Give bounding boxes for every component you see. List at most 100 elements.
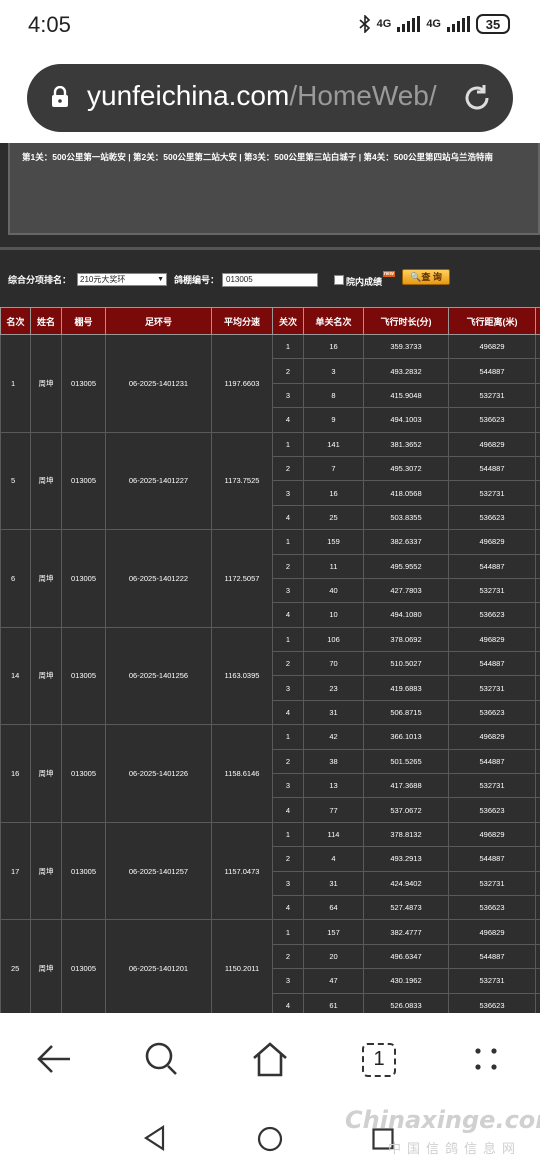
query-button[interactable]: 🔍查 询	[402, 269, 450, 285]
cell-stage: 1	[272, 529, 304, 555]
internal-checkbox[interactable]	[334, 275, 344, 285]
cell-name: 周坤	[30, 724, 62, 823]
system-home-icon[interactable]	[257, 1126, 283, 1152]
rank-type-select[interactable]: 210元大奖环 ▼	[77, 273, 167, 286]
results-table: 名次 姓名 棚号 足环号 平均分速 关次 单关名次 飞行时长(分) 飞行距离(米…	[0, 307, 540, 1013]
cell-flight-time: 495.3072	[363, 455, 449, 482]
cell-stage: 1	[272, 431, 304, 457]
cell-rank: 6	[0, 529, 31, 628]
cell-distance: 496829	[448, 431, 536, 457]
cell-rank: 25	[0, 919, 31, 1013]
cell-extra	[535, 333, 540, 360]
url-text[interactable]: yunfeichina.com/HomeWeb/	[87, 80, 461, 112]
cell-stage-rank: 20	[303, 943, 364, 970]
cell-loft: 013005	[61, 626, 106, 726]
tabs-button[interactable]: 1	[362, 1043, 396, 1077]
cell-extra	[535, 724, 540, 750]
cell-stage: 3	[272, 577, 304, 604]
cell-extra	[535, 968, 540, 994]
cell-extra	[535, 846, 540, 872]
cell-ring: 06-2025-1401231	[105, 334, 212, 433]
cell-distance: 536623	[448, 602, 536, 628]
cell-stage-rank: 10	[303, 602, 364, 628]
cell-stage-rank: 61	[303, 992, 364, 1013]
cell-stage-rank: 31	[303, 699, 364, 726]
cell-stage-rank: 31	[303, 870, 364, 896]
table-header: 名次 姓名 棚号 足环号 平均分速 关次 单关名次 飞行时长(分) 飞行距离(米…	[0, 307, 540, 335]
cell-distance: 532731	[448, 382, 536, 409]
cell-stage: 4	[272, 602, 304, 628]
watermark-logo: Chinaxinge.com	[345, 1106, 540, 1134]
cell-distance: 496829	[448, 529, 536, 555]
cell-stage: 4	[272, 797, 304, 823]
table-row: 1 周坤 013005 06-2025-1401231 1197.6603 1 16 359.…	[0, 333, 540, 433]
status-time: 4:05	[28, 12, 71, 37]
table-row: 5 周坤 013005 06-2025-1401227 1173.7525 1 141 381…	[0, 431, 540, 531]
cell-distance: 532731	[448, 675, 536, 701]
cell-extra	[535, 797, 540, 823]
cell-stage-rank: 11	[303, 553, 364, 579]
search-icon: 🔍	[410, 272, 422, 282]
cell-ring: 06-2025-1401256	[105, 626, 212, 726]
cell-avg-speed: 1163.0395	[211, 626, 273, 726]
cell-rank: 14	[0, 626, 31, 726]
header-distance: 飞行距离(米)	[448, 307, 536, 335]
cell-stage: 1	[272, 724, 304, 750]
url-path: /HomeWeb/	[289, 80, 437, 111]
cell-stage: 3	[272, 480, 304, 506]
url-domain: yunfeichina.com	[87, 80, 290, 111]
cell-avg-speed: 1173.7525	[211, 431, 273, 531]
cell-loft: 013005	[61, 529, 106, 628]
cell-distance: 536623	[448, 407, 536, 433]
cell-flight-time: 381.3652	[363, 431, 449, 457]
web-content: 第1关：500公里第一站乾安 | 第2关：500公里第二站大安 | 第3关：50…	[0, 143, 540, 1013]
more-icon[interactable]	[466, 1039, 506, 1079]
cell-stage-rank: 114	[303, 821, 364, 848]
cell-name: 周坤	[30, 431, 62, 531]
cell-extra	[535, 821, 540, 848]
cell-extra	[535, 992, 540, 1013]
cell-flight-time: 359.3733	[363, 333, 449, 360]
home-icon[interactable]	[250, 1039, 290, 1079]
cell-distance: 532731	[448, 577, 536, 604]
table-row: 14 周坤 013005 06-2025-1401256 1163.0395 1 106 37…	[0, 626, 540, 726]
cell-name: 周坤	[30, 529, 62, 628]
cell-stage-rank: 9	[303, 407, 364, 433]
cell-name: 周坤	[30, 334, 62, 433]
cell-distance: 536623	[448, 894, 536, 921]
back-icon[interactable]	[34, 1039, 74, 1079]
cell-distance: 496829	[448, 821, 536, 848]
cell-distance: 544887	[448, 358, 536, 384]
cell-name: 周坤	[30, 919, 62, 1013]
address-bar[interactable]: yunfeichina.com/HomeWeb/	[27, 64, 513, 132]
cell-loft: 013005	[61, 919, 106, 1013]
cell-extra	[535, 529, 540, 555]
stage-notice: 第1关：500公里第一站乾安 | 第2关：500公里第二站大安 | 第3关：50…	[22, 152, 493, 162]
cell-flight-time: 427.7803	[363, 577, 449, 604]
table-row: 17 周坤 013005 06-2025-1401257 1157.0473 1 114 37…	[0, 821, 540, 921]
bluetooth-icon	[359, 15, 370, 33]
search-icon[interactable]	[142, 1039, 182, 1079]
header-rank: 名次	[0, 307, 31, 335]
cell-ring: 06-2025-1401201	[105, 919, 212, 1013]
reload-icon[interactable]	[461, 82, 493, 114]
cell-flight-time: 527.4873	[363, 894, 449, 921]
cell-stage: 3	[272, 870, 304, 896]
cell-flight-time: 382.4777	[363, 919, 449, 945]
header-stage-rank: 单关名次	[303, 307, 364, 335]
table-row: 6 周坤 013005 06-2025-1401222 1172.5057 1 159 382…	[0, 529, 540, 628]
battery-icon: 35	[476, 14, 510, 34]
system-back-icon[interactable]	[143, 1125, 167, 1151]
cell-flight-time: 510.5027	[363, 651, 449, 677]
cell-flight-time: 493.2832	[363, 358, 449, 384]
cell-loft: 013005	[61, 334, 106, 433]
cell-flight-time: 494.1003	[363, 407, 449, 433]
loft-input[interactable]: 013005	[222, 273, 318, 287]
cell-stage: 2	[272, 553, 304, 579]
cell-stage-rank: 42	[303, 724, 364, 750]
cell-stage-rank: 13	[303, 773, 364, 799]
cell-stage-rank: 47	[303, 968, 364, 994]
cell-ring: 06-2025-1401227	[105, 431, 212, 531]
cell-flight-time: 496.6347	[363, 943, 449, 970]
cell-distance: 496829	[448, 919, 536, 945]
